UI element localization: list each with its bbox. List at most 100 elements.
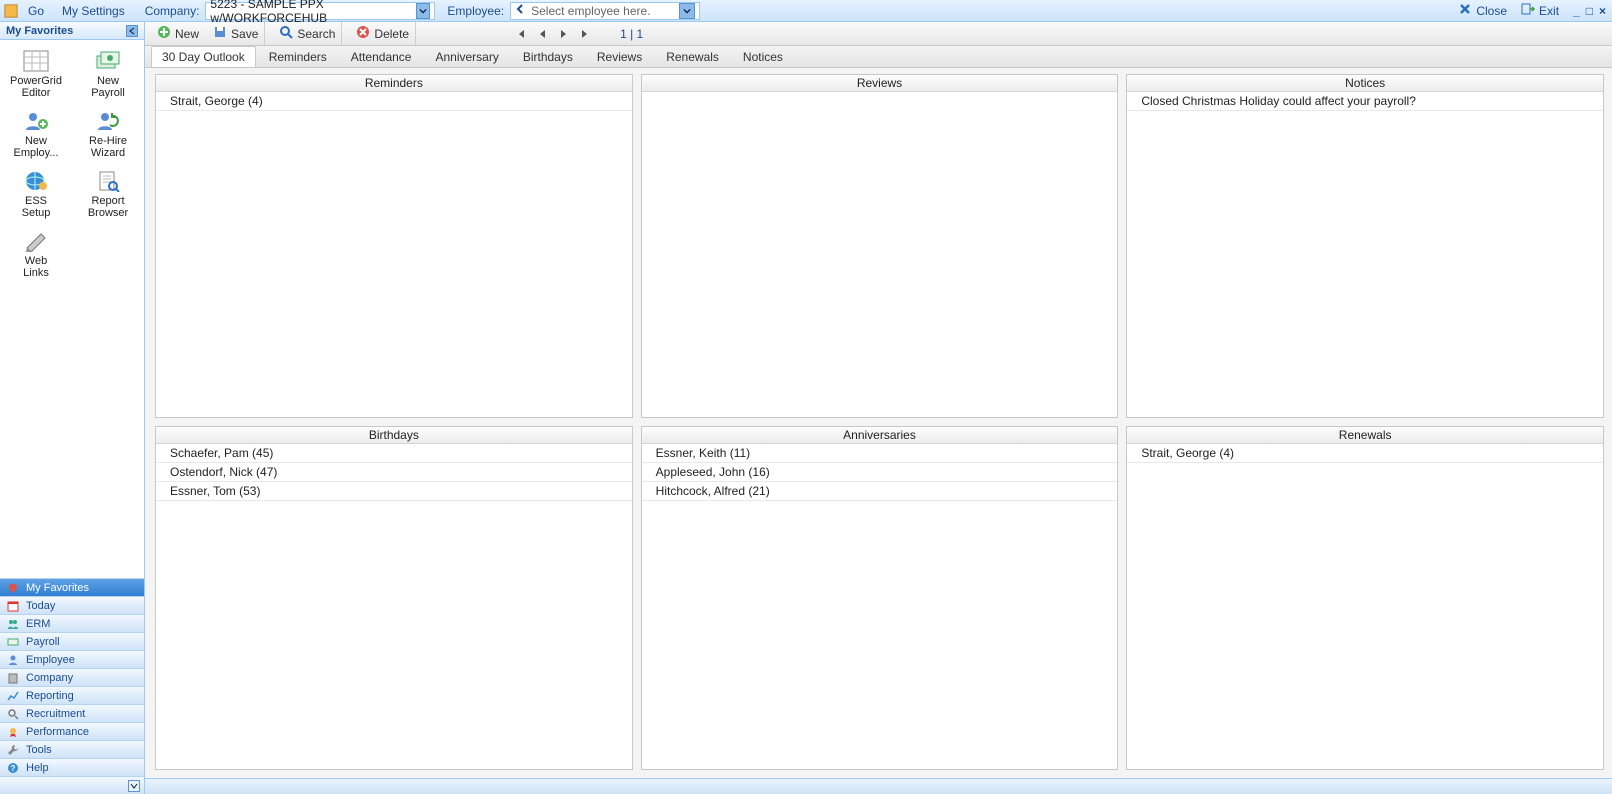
new-button[interactable]: New bbox=[157, 25, 199, 42]
user-plus-icon bbox=[22, 109, 50, 133]
tabs-row: 30 Day OutlookRemindersAttendanceAnniver… bbox=[145, 46, 1612, 68]
next-page-button[interactable] bbox=[556, 26, 572, 42]
favorite-report[interactable]: ReportBrowser bbox=[72, 164, 144, 224]
list-item[interactable]: Hitchcock, Alfred (21) bbox=[642, 482, 1118, 501]
users-icon bbox=[6, 617, 20, 631]
save-icon bbox=[213, 25, 227, 42]
nav-payroll[interactable]: Payroll bbox=[0, 632, 144, 650]
tab-birthdays[interactable]: Birthdays bbox=[512, 46, 584, 67]
calendar-icon bbox=[6, 599, 20, 613]
nav-company[interactable]: Company bbox=[0, 668, 144, 686]
app-icon bbox=[4, 4, 18, 18]
window-close-button[interactable]: × bbox=[1597, 4, 1608, 18]
tab-reminders[interactable]: Reminders bbox=[258, 46, 338, 67]
nav-employee[interactable]: Employee bbox=[0, 650, 144, 668]
nav-label: Payroll bbox=[26, 636, 60, 648]
favorite-globe[interactable]: ESSSetup bbox=[0, 164, 72, 224]
save-label: Save bbox=[231, 27, 258, 41]
chevron-down-icon[interactable] bbox=[679, 3, 695, 19]
nav-recruitment[interactable]: Recruitment bbox=[0, 704, 144, 722]
user-icon bbox=[6, 653, 20, 667]
employee-placeholder: Select employee here. bbox=[531, 4, 650, 18]
employee-dropdown[interactable]: Select employee here. bbox=[510, 2, 700, 20]
delete-button[interactable]: Delete bbox=[356, 25, 409, 42]
panel-body: Essner, Keith (11)Appleseed, John (16)Hi… bbox=[642, 444, 1118, 769]
nav-label: ERM bbox=[26, 618, 50, 630]
list-item[interactable]: Appleseed, John (16) bbox=[642, 463, 1118, 482]
minimize-button[interactable]: _ bbox=[1571, 4, 1582, 18]
favorite-label: WebLinks bbox=[23, 255, 49, 279]
pager: 1 | 1 bbox=[512, 26, 663, 42]
status-strip bbox=[145, 778, 1612, 794]
tab-reviews[interactable]: Reviews bbox=[586, 46, 653, 67]
globe-icon bbox=[22, 169, 50, 193]
sidebar: My Favorites PowerGridEditor NewPayroll Ne… bbox=[0, 22, 145, 794]
exit-button[interactable]: Exit bbox=[1515, 2, 1565, 19]
collapse-icon[interactable] bbox=[126, 25, 138, 37]
delete-icon bbox=[356, 25, 370, 42]
nav-help[interactable]: ?Help bbox=[0, 758, 144, 776]
new-label: New bbox=[175, 27, 199, 41]
favorite-label: NewEmploy... bbox=[13, 135, 58, 159]
panel-header: Anniversaries bbox=[642, 427, 1118, 444]
panel-birthdays: BirthdaysSchaefer, Pam (45)Ostendorf, Ni… bbox=[155, 426, 633, 770]
panel-body: Closed Christmas Holiday could affect yo… bbox=[1127, 92, 1603, 417]
magnifier-icon bbox=[6, 707, 20, 721]
panel-header: Birthdays bbox=[156, 427, 632, 444]
expand-down-icon[interactable] bbox=[128, 780, 140, 792]
nav-label: Performance bbox=[26, 726, 89, 738]
list-item[interactable]: Essner, Tom (53) bbox=[156, 482, 632, 501]
favorite-label: ESSSetup bbox=[22, 195, 51, 219]
list-item[interactable]: Strait, George (4) bbox=[156, 92, 632, 111]
panel-renewals: RenewalsStrait, George (4) bbox=[1126, 426, 1604, 770]
favorite-money[interactable]: NewPayroll bbox=[72, 44, 144, 104]
favorite-user-plus[interactable]: NewEmploy... bbox=[0, 104, 72, 164]
wrench-icon bbox=[6, 743, 20, 757]
nav-label: Reporting bbox=[26, 690, 74, 702]
money-icon bbox=[94, 49, 122, 73]
search-button[interactable]: Search bbox=[279, 25, 335, 42]
menu-my-settings[interactable]: My Settings bbox=[54, 4, 133, 18]
close-button[interactable]: Close bbox=[1452, 2, 1513, 19]
nav-reporting[interactable]: Reporting bbox=[0, 686, 144, 704]
company-label: Company: bbox=[135, 4, 204, 18]
prev-page-button[interactable] bbox=[534, 26, 550, 42]
tab-attendance[interactable]: Attendance bbox=[340, 46, 423, 67]
favorite-label: NewPayroll bbox=[91, 75, 125, 99]
favorite-refresh[interactable]: Re-HireWizard bbox=[72, 104, 144, 164]
save-button[interactable]: Save bbox=[213, 25, 258, 42]
favorites-grid: PowerGridEditor NewPayroll NewEmploy... Re-… bbox=[0, 40, 144, 578]
nav-erm[interactable]: ERM bbox=[0, 614, 144, 632]
panel-reminders: RemindersStrait, George (4) bbox=[155, 74, 633, 418]
delete-label: Delete bbox=[374, 27, 409, 41]
back-icon[interactable] bbox=[515, 3, 527, 18]
nav-performance[interactable]: Performance bbox=[0, 722, 144, 740]
sidebar-header: My Favorites bbox=[0, 22, 144, 40]
tab-anniversary[interactable]: Anniversary bbox=[424, 46, 509, 67]
nav-label: My Favorites bbox=[26, 582, 89, 594]
list-item[interactable]: Strait, George (4) bbox=[1127, 444, 1603, 463]
favorite-pen[interactable]: WebLinks bbox=[0, 224, 72, 284]
list-item[interactable]: Ostendorf, Nick (47) bbox=[156, 463, 632, 482]
nav-today[interactable]: Today bbox=[0, 596, 144, 614]
last-page-button[interactable] bbox=[578, 26, 594, 42]
tab-notices[interactable]: Notices bbox=[732, 46, 794, 67]
panel-header: Reviews bbox=[642, 75, 1118, 92]
menu-go[interactable]: Go bbox=[20, 4, 52, 18]
list-item[interactable]: Closed Christmas Holiday could affect yo… bbox=[1127, 92, 1603, 111]
maximize-button[interactable]: □ bbox=[1584, 4, 1595, 18]
list-item[interactable]: Schaefer, Pam (45) bbox=[156, 444, 632, 463]
tab-renewals[interactable]: Renewals bbox=[655, 46, 730, 67]
first-page-button[interactable] bbox=[512, 26, 528, 42]
tab-30-day-outlook[interactable]: 30 Day Outlook bbox=[151, 46, 256, 67]
list-item[interactable]: Essner, Keith (11) bbox=[642, 444, 1118, 463]
chevron-down-icon[interactable] bbox=[416, 3, 430, 19]
nav-my-favorites[interactable]: My Favorites bbox=[0, 578, 144, 596]
main-content: New Save Search Delete bbox=[145, 22, 1612, 794]
nav-tools[interactable]: Tools bbox=[0, 740, 144, 758]
panel-header: Renewals bbox=[1127, 427, 1603, 444]
favorite-grid[interactable]: PowerGridEditor bbox=[0, 44, 72, 104]
exit-icon bbox=[1521, 2, 1535, 19]
favorite-label: ReportBrowser bbox=[88, 195, 128, 219]
company-dropdown[interactable]: 5223 - SAMPLE PPX w/WORKFORCEHUB bbox=[205, 2, 435, 20]
